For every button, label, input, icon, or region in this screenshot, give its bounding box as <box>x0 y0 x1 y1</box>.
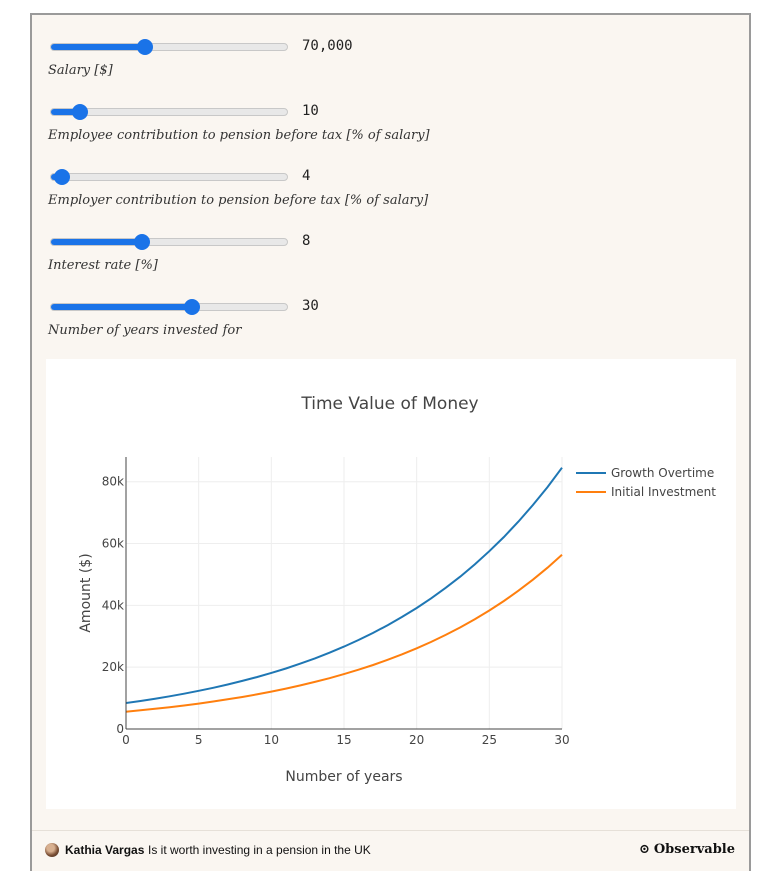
notebook-title[interactable]: Is it worth investing in a pension in th… <box>148 843 371 857</box>
x-tick-label: 15 <box>336 733 351 747</box>
brand-name: Observable <box>653 842 735 857</box>
chart-title: Time Value of Money <box>300 394 478 414</box>
notebook-cell: 70,000 Salary [$] 10 Employee contributi… <box>30 13 751 871</box>
years-invested-label: Number of years invested for <box>48 323 242 338</box>
footer: Kathia Vargas Is it worth investing in a… <box>32 830 749 871</box>
x-tick-label: 5 <box>195 733 203 747</box>
y-tick-label: 0 <box>116 722 124 736</box>
interest-rate-slider[interactable] <box>50 238 288 246</box>
legend: Growth Overtime Initial Investment <box>576 466 716 499</box>
legend-label: Growth Overtime <box>611 466 714 480</box>
chart-container: Time Value of Money 0 5 10 15 20 25 30 0 20k 40k 6… <box>46 359 736 809</box>
employer-contribution-control: 4 Employer contribution to pension befor… <box>48 167 748 208</box>
employee-contribution-control: 10 Employee contribution to pension befo… <box>48 102 748 143</box>
salary-label: Salary [$] <box>48 63 113 78</box>
x-tick-label: 25 <box>482 733 497 747</box>
employee-contribution-label: Employee contribution to pension before … <box>48 128 430 143</box>
x-axis-label: Number of years <box>285 769 402 785</box>
author-name[interactable]: Kathia Vargas <box>65 843 144 857</box>
years-invested-control: 30 Number of years invested for <box>48 297 748 338</box>
years-invested-slider-thumb[interactable] <box>183 299 200 315</box>
interest-rate-label: Interest rate [%] <box>48 258 158 273</box>
interest-rate-control: 8 Interest rate [%] <box>48 232 748 273</box>
x-tick-label: 30 <box>554 733 569 747</box>
employer-contribution-label: Employer contribution to pension before … <box>48 193 429 208</box>
years-invested-value: 30 <box>302 298 319 314</box>
employee-contribution-slider-thumb[interactable] <box>71 104 88 120</box>
employer-contribution-slider[interactable] <box>50 173 288 181</box>
salary-value: 70,000 <box>302 38 353 54</box>
salary-control: 70,000 Salary [$] <box>48 37 748 78</box>
author-avatar[interactable] <box>45 843 59 857</box>
y-tick-label: 20k <box>102 660 124 674</box>
y-axis-label: Amount ($) <box>78 553 94 632</box>
observable-logo-icon: ⊙ <box>638 842 650 857</box>
x-tick-label: 20 <box>409 733 424 747</box>
x-tick-label: 10 <box>264 733 279 747</box>
interest-rate-slider-thumb[interactable] <box>133 234 150 250</box>
interest-rate-value: 8 <box>302 233 311 249</box>
y-tick-label: 80k <box>102 475 124 489</box>
employer-contribution-value: 4 <box>302 168 311 184</box>
salary-slider-thumb[interactable] <box>137 39 154 55</box>
employee-contribution-value: 10 <box>302 103 319 119</box>
salary-slider[interactable] <box>50 43 288 51</box>
y-tick-label: 40k <box>102 598 124 612</box>
legend-label: Initial Investment <box>611 485 716 499</box>
y-tick-label: 60k <box>102 537 124 551</box>
employer-contribution-slider-thumb[interactable] <box>53 169 70 185</box>
observable-link[interactable]: ⊙ Observable <box>639 842 735 857</box>
years-invested-slider[interactable] <box>50 303 288 311</box>
time-value-chart: Time Value of Money 0 5 10 15 20 25 30020k40k6… <box>78 394 716 785</box>
